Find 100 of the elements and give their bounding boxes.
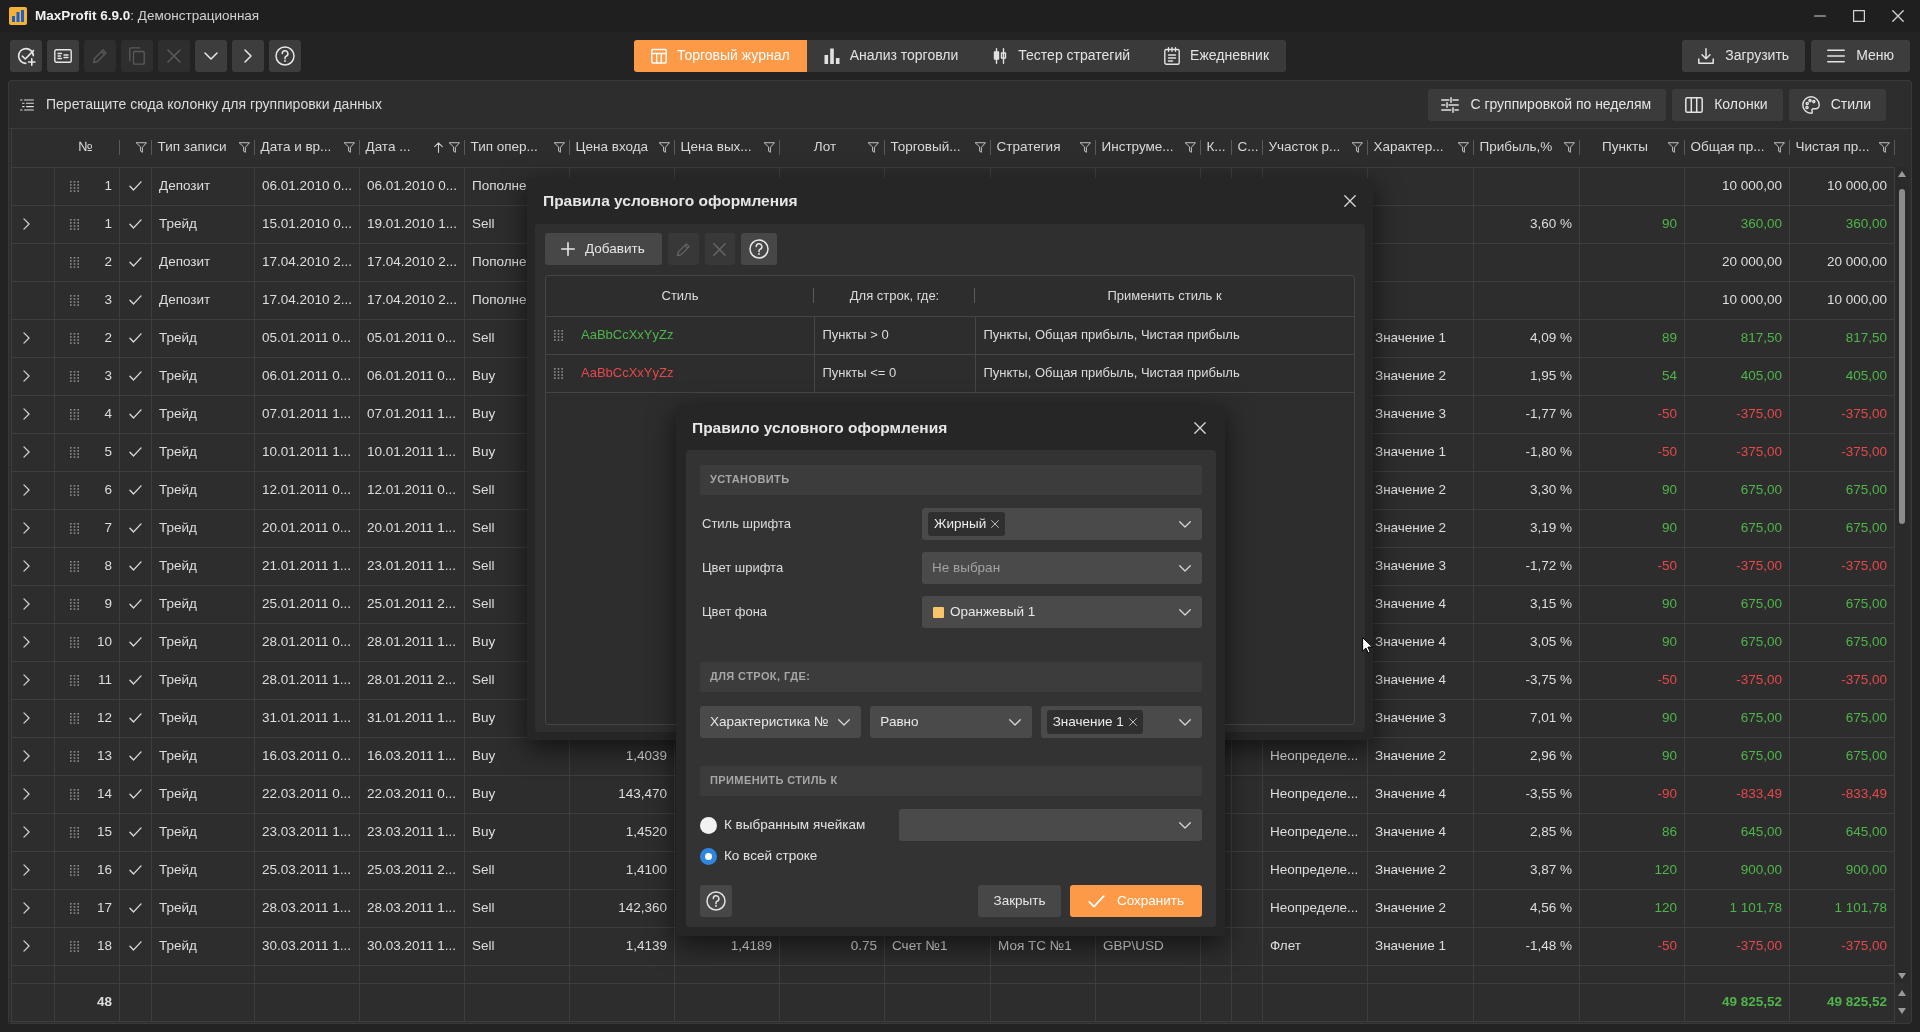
scrollbar-thumb[interactable] <box>1899 189 1905 524</box>
grip-dots-icon[interactable] <box>70 446 79 458</box>
chevron-right-icon[interactable] <box>23 218 30 230</box>
column-header[interactable]: Дата ... <box>365 139 411 157</box>
grip-dots-icon[interactable] <box>70 712 79 724</box>
scroll-down-icon[interactable] <box>1898 1008 1906 1014</box>
close-button[interactable]: Закрыть <box>978 885 1061 917</box>
grip-dots-icon[interactable] <box>70 332 79 344</box>
chevron-down-icon[interactable] <box>1008 718 1021 726</box>
check-icon[interactable] <box>129 713 142 723</box>
dropdown-field[interactable]: Жирный <box>922 508 1202 540</box>
chevron-right-icon[interactable] <box>23 636 30 648</box>
grip-dots-icon[interactable] <box>70 560 79 572</box>
chevron-down-icon[interactable] <box>1179 821 1191 829</box>
chevron-down-icon[interactable] <box>1179 608 1191 616</box>
column-header[interactable]: Торговый... <box>890 139 961 157</box>
filter-icon[interactable] <box>238 142 250 154</box>
radio-button[interactable] <box>700 816 717 834</box>
check-icon[interactable] <box>129 789 142 799</box>
filter-icon[interactable] <box>343 142 355 154</box>
chevron-right-icon[interactable] <box>23 484 30 496</box>
grip-dots-icon[interactable] <box>70 864 79 876</box>
grip-dots-icon[interactable] <box>70 902 79 914</box>
column-header[interactable]: Участок р... <box>1268 139 1341 157</box>
filter-icon[interactable] <box>658 142 670 154</box>
chevron-down-icon[interactable] <box>1179 718 1191 726</box>
check-icon[interactable] <box>129 637 142 647</box>
column-header[interactable]: Стратегия <box>996 139 1061 157</box>
check-icon[interactable] <box>129 827 142 837</box>
check-icon[interactable] <box>129 561 142 571</box>
check-icon[interactable] <box>129 257 142 267</box>
tag-chip[interactable]: Жирный <box>928 512 1006 536</box>
column-header[interactable]: Характер... <box>1373 139 1444 157</box>
check-icon[interactable] <box>129 409 142 419</box>
column-header[interactable]: Инструме... <box>1101 139 1174 157</box>
grip-dots-icon[interactable] <box>70 636 79 648</box>
chevron-right-icon[interactable] <box>23 902 30 914</box>
filter-icon[interactable] <box>135 142 147 154</box>
chevron-right-icon[interactable] <box>23 370 30 382</box>
view-tab[interactable]: Анализ торговли <box>806 40 976 72</box>
column-header[interactable]: Тип опер... <box>470 139 538 157</box>
grip-dots-icon[interactable] <box>70 940 79 952</box>
help-button[interactable] <box>740 233 777 265</box>
grip-dots-icon[interactable] <box>70 370 79 382</box>
close-icon[interactable] <box>1344 195 1356 207</box>
radio-button[interactable] <box>700 847 717 865</box>
grip-dots-icon[interactable] <box>70 484 79 496</box>
check-icon[interactable] <box>129 941 142 951</box>
help-icon[interactable] <box>275 46 295 66</box>
menu-button[interactable]: Меню <box>1811 40 1910 72</box>
check-icon[interactable] <box>129 485 142 495</box>
grip-dots-icon[interactable] <box>70 294 79 306</box>
check-icon[interactable] <box>129 371 142 381</box>
chevron-right-icon[interactable] <box>23 750 30 762</box>
column-header[interactable]: № <box>78 139 93 157</box>
filter-icon[interactable] <box>553 142 565 154</box>
chevron-right-icon[interactable] <box>244 49 252 63</box>
column-header[interactable]: Пункты <box>1602 139 1648 157</box>
check-plus-icon[interactable] <box>16 46 36 66</box>
dropdown-field[interactable]: Оранжевый 1 <box>922 596 1202 628</box>
chevron-right-icon[interactable] <box>23 598 30 610</box>
chevron-right-icon[interactable] <box>23 408 30 420</box>
chevron-right-icon[interactable] <box>23 864 30 876</box>
view-tab[interactable]: Тестер стратегий <box>975 40 1148 72</box>
sort-arrow-icon[interactable] <box>433 142 443 154</box>
grip-dots-icon[interactable] <box>70 522 79 534</box>
scroll-up-icon[interactable] <box>1898 990 1906 996</box>
filter-icon[interactable] <box>1457 142 1469 154</box>
dropdown-field[interactable]: Характеристика № <box>700 706 862 738</box>
column-header[interactable]: Лот <box>813 139 837 157</box>
close-icon[interactable] <box>1194 421 1206 434</box>
filter-icon[interactable] <box>1351 142 1363 154</box>
tag-chip[interactable]: Значение 1 <box>1046 710 1143 734</box>
toolbar-button[interactable]: С группировкой по неделям <box>1428 88 1667 121</box>
check-icon[interactable] <box>129 219 142 229</box>
dropdown-field[interactable]: Значение 1 <box>1040 706 1202 738</box>
toolbar-button[interactable] <box>47 40 79 72</box>
remove-icon[interactable] <box>1128 718 1137 726</box>
add-button[interactable]: Добавить <box>545 233 662 265</box>
grip-dots-icon[interactable] <box>70 256 79 268</box>
chevron-right-icon[interactable] <box>23 674 30 686</box>
check-icon[interactable] <box>129 675 142 685</box>
dropdown-field[interactable] <box>899 809 1202 841</box>
filter-icon[interactable] <box>974 142 986 154</box>
grip-dots-icon[interactable] <box>70 218 79 230</box>
filter-icon[interactable] <box>1079 142 1091 154</box>
check-icon[interactable] <box>129 447 142 457</box>
toolbar-button[interactable] <box>195 40 227 72</box>
view-tab[interactable]: Ежедневник <box>1147 40 1287 72</box>
grip-dots-icon[interactable] <box>70 826 79 838</box>
grip-dots-icon[interactable] <box>70 674 79 686</box>
column-header[interactable]: К... <box>1206 139 1226 157</box>
grip-dots-icon[interactable] <box>70 408 79 420</box>
column-header[interactable]: Цена вых... <box>680 139 752 157</box>
column-header[interactable]: Общая пр... <box>1690 139 1765 157</box>
chevron-right-icon[interactable] <box>23 446 30 458</box>
grip-dots-icon[interactable] <box>70 788 79 800</box>
remove-icon[interactable] <box>991 520 1000 528</box>
filter-icon[interactable] <box>1878 142 1890 154</box>
scroll-up-icon[interactable] <box>1898 171 1906 177</box>
